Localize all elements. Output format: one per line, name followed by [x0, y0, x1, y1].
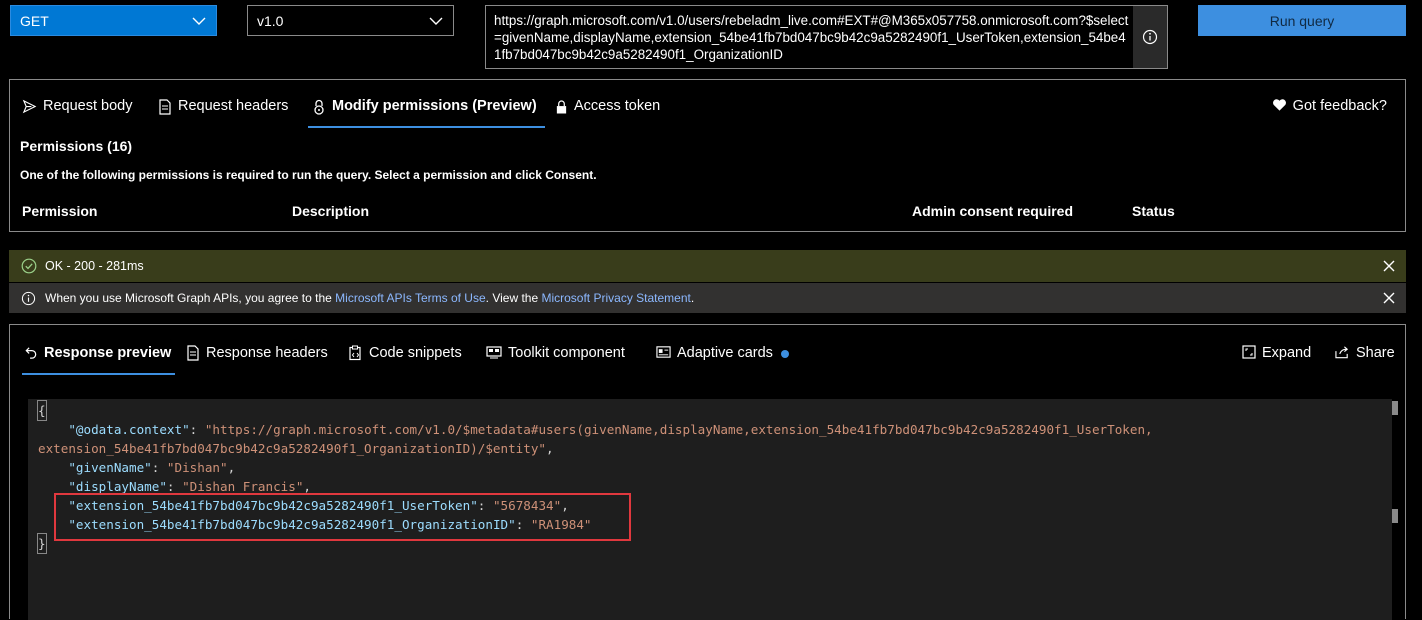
- json-value: "Dishan": [166, 460, 228, 475]
- response-json-editor[interactable]: { "@odata.context": "https://graph.micro…: [28, 399, 1398, 620]
- json-value: "5678434": [492, 498, 562, 513]
- tab-label: Request body: [43, 98, 133, 114]
- permissions-title: Permissions (16): [20, 138, 133, 154]
- tab-label: Access token: [574, 98, 661, 114]
- active-tab-indicator: [308, 126, 545, 128]
- tab-adaptive-cards[interactable]: Adaptive cards: [656, 345, 789, 375]
- scrollbar-marker[interactable]: [1392, 509, 1398, 523]
- tab-modify-permissions[interactable]: Modify permissions (Preview): [308, 98, 545, 128]
- feedback-label: Got feedback?: [1292, 98, 1387, 114]
- key-lock-icon: [556, 100, 567, 114]
- share-label: Share: [1356, 345, 1395, 361]
- share-button[interactable]: Share: [1335, 345, 1395, 375]
- column-header-permission[interactable]: Permission: [22, 203, 97, 219]
- tab-request-body[interactable]: Request body: [22, 98, 132, 128]
- heart-icon: [1272, 99, 1286, 111]
- close-icon[interactable]: [1382, 291, 1396, 305]
- chevron-down-icon: [192, 17, 206, 25]
- json-open-brace: {: [37, 400, 47, 421]
- json-key: "@odata.context": [68, 422, 190, 437]
- tab-response-headers[interactable]: Response headers: [186, 345, 328, 375]
- tab-toolkit-component[interactable]: Toolkit component: [486, 345, 625, 375]
- terms-suffix: .: [690, 291, 695, 305]
- tab-access-token[interactable]: Access token: [555, 98, 660, 128]
- code-clipboard-icon: [349, 345, 361, 361]
- expand-label: Expand: [1262, 345, 1312, 361]
- json-key: "extension_54be41fb7bd047bc9b42c9a528249…: [68, 517, 516, 532]
- expand-button[interactable]: Expand: [1242, 345, 1311, 375]
- query-url-input[interactable]: https://graph.microsoft.com/v1.0/users/r…: [485, 5, 1168, 69]
- status-bar: OK - 200 - 281ms: [9, 250, 1406, 282]
- tab-label: Response headers: [206, 345, 328, 361]
- column-header-admin-consent[interactable]: Admin consent required: [912, 203, 1073, 219]
- lock-icon: [314, 99, 324, 115]
- toolkit-icon: [486, 346, 502, 359]
- info-icon: [21, 291, 36, 305]
- expand-icon: [1242, 345, 1256, 359]
- json-close-brace: }: [37, 533, 47, 554]
- run-query-button[interactable]: Run query: [1198, 5, 1406, 36]
- query-url-text[interactable]: https://graph.microsoft.com/v1.0/users/r…: [494, 12, 1130, 63]
- json-value: "Dishan Francis": [182, 479, 304, 494]
- terms-of-use-link[interactable]: Microsoft APIs Terms of Use: [335, 291, 486, 305]
- feedback-button[interactable]: Got feedback?: [1272, 98, 1387, 114]
- tab-label: Request headers: [178, 98, 289, 114]
- column-header-status[interactable]: Status: [1132, 203, 1175, 219]
- tab-request-headers[interactable]: Request headers: [158, 98, 288, 128]
- http-method-value: GET: [20, 12, 49, 29]
- tab-label: Response preview: [44, 345, 172, 361]
- check-circle-icon: [21, 258, 37, 274]
- api-version-select[interactable]: v1.0: [247, 5, 454, 36]
- api-version-value: v1.0: [257, 12, 284, 29]
- request-panel: Request body Request headers Modify perm…: [9, 79, 1406, 232]
- json-value: extension_54be41fb7bd047bc9b42c9a5282490…: [38, 441, 546, 456]
- tab-code-snippets[interactable]: Code snippets: [348, 345, 462, 375]
- json-code[interactable]: { "@odata.context": "https://graph.micro…: [37, 400, 1153, 554]
- response-panel: Response preview Response headers Code s…: [9, 324, 1406, 620]
- status-text: OK - 200 - 281ms: [45, 259, 144, 273]
- tab-label: Toolkit component: [508, 345, 625, 361]
- column-header-description[interactable]: Description: [292, 203, 369, 219]
- json-value: "RA1984": [530, 517, 592, 532]
- card-icon: [656, 346, 671, 358]
- json-key: "givenName": [68, 460, 152, 475]
- terms-middle: . View the: [485, 291, 542, 305]
- tab-response-preview[interactable]: Response preview: [22, 345, 176, 375]
- http-method-select[interactable]: GET: [10, 5, 217, 36]
- tab-label: Modify permissions (Preview): [332, 98, 537, 114]
- scrollbar-marker[interactable]: [1392, 401, 1398, 415]
- tab-label: Adaptive cards: [677, 345, 773, 361]
- info-icon[interactable]: [1133, 6, 1167, 68]
- tab-label: Code snippets: [369, 345, 462, 361]
- json-value: "https://graph.microsoft.com/v1.0/$metad…: [204, 422, 1153, 437]
- chevron-down-icon: [429, 17, 443, 25]
- active-tab-indicator: [22, 373, 176, 375]
- document-icon: [187, 345, 199, 361]
- document-icon: [159, 99, 171, 115]
- send-icon: [22, 99, 37, 114]
- share-icon: [1335, 346, 1349, 359]
- close-icon[interactable]: [1382, 259, 1396, 273]
- json-key: "displayName": [68, 479, 167, 494]
- terms-prefix: When you use Microsoft Graph APIs, you a…: [45, 291, 336, 305]
- new-badge-dot: [780, 350, 789, 358]
- terms-info-bar: When you use Microsoft Graph APIs, you a…: [9, 283, 1406, 313]
- json-key: "extension_54be41fb7bd047bc9b42c9a528249…: [68, 498, 478, 513]
- permissions-subtitle: One of the following permissions is requ…: [20, 168, 597, 182]
- undo-arrow-icon: [25, 347, 37, 359]
- privacy-statement-link[interactable]: Microsoft Privacy Statement: [541, 291, 690, 305]
